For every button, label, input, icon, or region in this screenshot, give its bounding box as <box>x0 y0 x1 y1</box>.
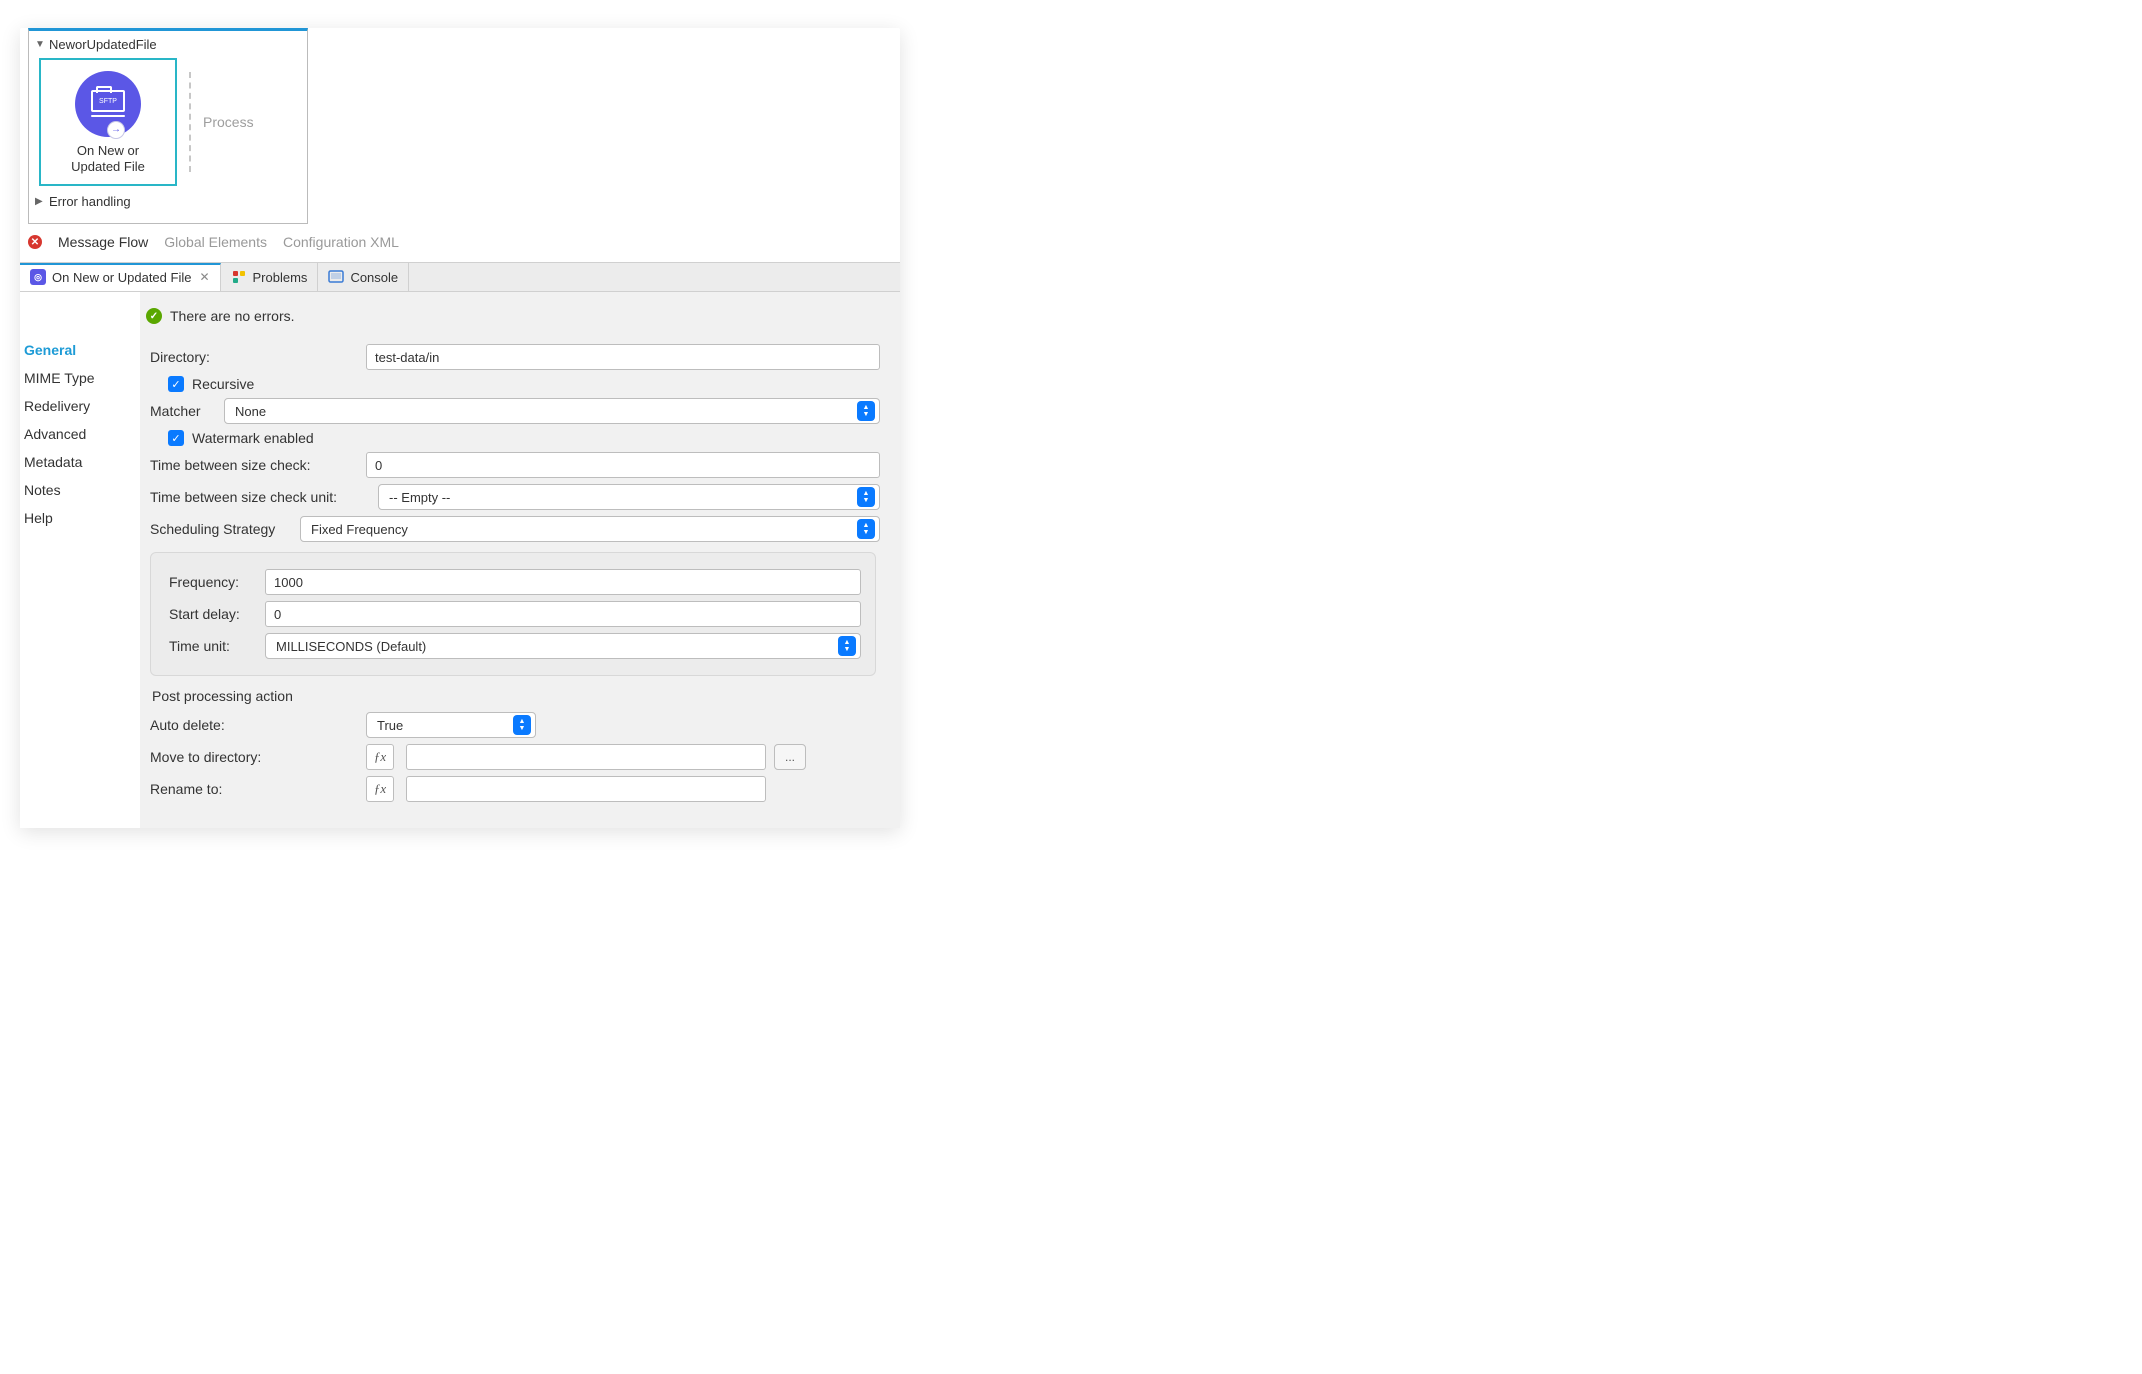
directory-input[interactable] <box>366 344 880 370</box>
tbsc-label: Time between size check: <box>146 457 366 473</box>
matcher-label: Matcher <box>146 403 224 419</box>
start-delay-input[interactable] <box>265 601 861 627</box>
tbsc-input[interactable] <box>366 452 880 478</box>
time-unit-select[interactable]: MILLISECONDS (Default) ▲▼ <box>265 633 861 659</box>
sidebar-item-general[interactable]: General <box>20 336 140 364</box>
recursive-label: Recursive <box>192 376 254 392</box>
source-node[interactable]: SFTP → On New or Updated File <box>39 58 177 186</box>
error-handling-section[interactable]: ▶ Error handling <box>35 192 301 213</box>
error-icon: ✕ <box>28 235 42 249</box>
select-arrows-icon: ▲▼ <box>513 715 531 735</box>
sidebar-item-notes[interactable]: Notes <box>20 476 140 504</box>
form-column: ✓ There are no errors. Directory: ✓ Recu… <box>140 292 900 828</box>
property-panel: General MIME Type Redelivery Advanced Me… <box>20 292 900 828</box>
select-arrows-icon: ▲▼ <box>857 519 875 539</box>
recursive-checkbox[interactable]: ✓ <box>168 376 184 392</box>
matcher-select[interactable]: None ▲▼ <box>224 398 880 424</box>
disclosure-down-icon[interactable]: ▼ <box>35 39 47 50</box>
flow-canvas: ▼ NeworUpdatedFile SFTP → On New or Upda… <box>28 28 308 224</box>
sched-select[interactable]: Fixed Frequency ▲▼ <box>300 516 880 542</box>
browse-button[interactable]: ... <box>774 744 806 770</box>
time-unit-label: Time unit: <box>165 638 265 654</box>
watermark-checkbox[interactable]: ✓ <box>168 430 184 446</box>
status-text: There are no errors. <box>170 308 295 324</box>
fx-button[interactable]: ƒx <box>366 776 394 802</box>
status-line: ✓ There are no errors. <box>146 298 880 338</box>
view-tab-console[interactable]: Console <box>318 263 409 291</box>
watermark-label: Watermark enabled <box>192 430 314 446</box>
ok-icon: ✓ <box>146 308 162 324</box>
app-window: ▼ NeworUpdatedFile SFTP → On New or Upda… <box>20 28 900 828</box>
sidebar-item-advanced[interactable]: Advanced <box>20 420 140 448</box>
view-tab-problems[interactable]: Problems <box>221 263 319 291</box>
view-tabs: ◎ On New or Updated File ✕ Problems Cons… <box>20 262 900 292</box>
sidebar-item-metadata[interactable]: Metadata <box>20 448 140 476</box>
freq-input[interactable] <box>265 569 861 595</box>
select-arrows-icon: ▲▼ <box>838 636 856 656</box>
flow-divider <box>189 72 191 172</box>
moveto-input[interactable] <box>406 744 766 770</box>
flow-header[interactable]: ▼ NeworUpdatedFile <box>35 35 301 56</box>
directory-label: Directory: <box>146 349 366 365</box>
tab-message-flow[interactable]: Message Flow <box>58 234 148 250</box>
select-arrows-icon: ▲▼ <box>857 401 875 421</box>
view-tab-primary[interactable]: ◎ On New or Updated File ✕ <box>20 263 221 291</box>
rename-label: Rename to: <box>146 781 366 797</box>
post-processing-title: Post processing action <box>152 688 880 704</box>
tbsc-unit-label: Time between size check unit: <box>146 489 378 505</box>
auto-delete-label: Auto delete: <box>146 717 366 733</box>
sidebar-item-help[interactable]: Help <box>20 504 140 532</box>
flow-name: NeworUpdatedFile <box>49 37 157 52</box>
connector-icon: ◎ <box>30 269 46 285</box>
editor-tabs: ✕ Message Flow Global Elements Configura… <box>20 224 900 262</box>
sched-label: Scheduling Strategy <box>146 521 300 537</box>
arrow-badge-icon: → <box>107 121 125 139</box>
moveto-label: Move to directory: <box>146 749 366 765</box>
close-icon[interactable]: ✕ <box>199 270 209 284</box>
node-label: On New or Updated File <box>71 143 145 176</box>
rename-input[interactable] <box>406 776 766 802</box>
process-placeholder[interactable]: Process <box>203 114 254 130</box>
problems-icon <box>231 269 247 285</box>
fx-button[interactable]: ƒx <box>366 744 394 770</box>
scheduling-group: Frequency: Start delay: Time unit: MILLI… <box>150 552 876 676</box>
select-arrows-icon: ▲▼ <box>857 487 875 507</box>
auto-delete-select[interactable]: True ▲▼ <box>366 712 536 738</box>
freq-label: Frequency: <box>165 574 265 590</box>
start-delay-label: Start delay: <box>165 606 265 622</box>
console-icon <box>328 269 344 285</box>
sftp-icon: SFTP → <box>75 71 141 137</box>
sidebar: General MIME Type Redelivery Advanced Me… <box>20 292 140 828</box>
sftp-badge: SFTP <box>99 98 117 105</box>
tab-config-xml[interactable]: Configuration XML <box>283 234 399 250</box>
tbsc-unit-select[interactable]: -- Empty -- ▲▼ <box>378 484 880 510</box>
sidebar-item-redelivery[interactable]: Redelivery <box>20 392 140 420</box>
disclosure-right-icon[interactable]: ▶ <box>35 196 47 207</box>
tab-global-elements[interactable]: Global Elements <box>164 234 267 250</box>
sidebar-item-mime[interactable]: MIME Type <box>20 364 140 392</box>
